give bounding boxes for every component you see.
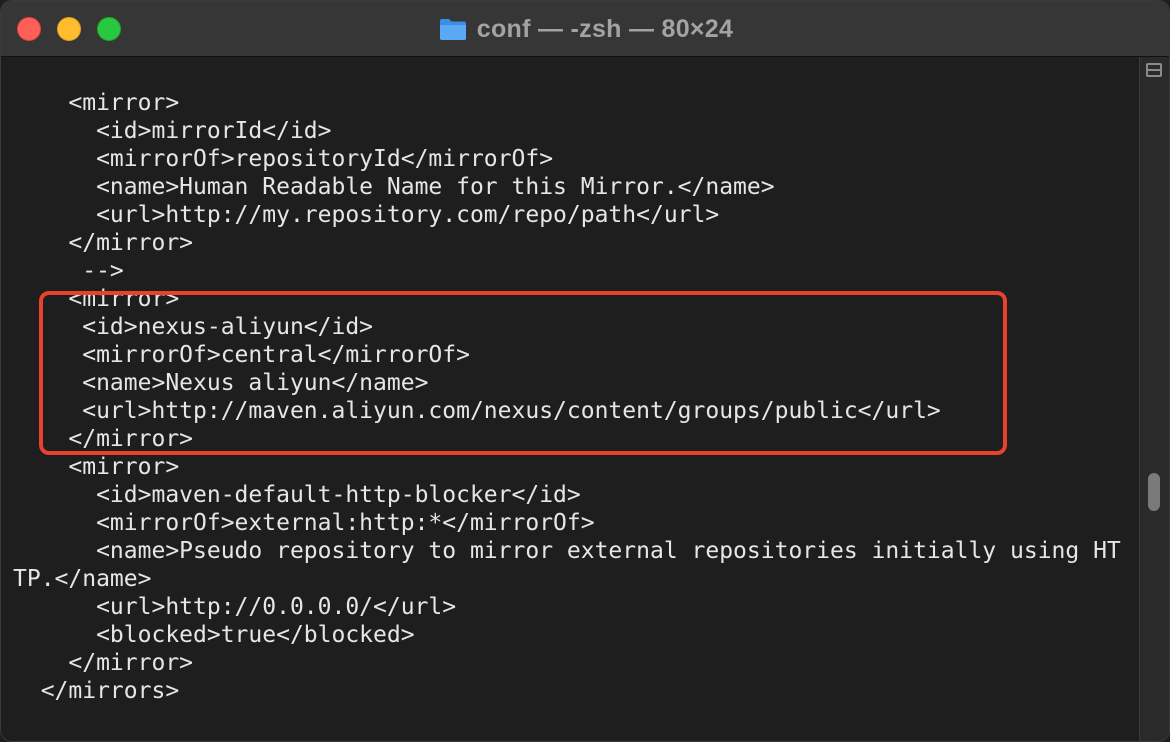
terminal-line: <id>maven-default-http-blocker</id> (13, 482, 581, 508)
scrollbar-thumb[interactable] (1148, 473, 1160, 511)
terminal-window: conf — -zsh — 80×24 <mirror> <id>mirrorI… (0, 0, 1170, 742)
terminal-line: </mirror> (13, 230, 194, 256)
terminal-line: <mirror> (13, 90, 180, 116)
terminal-line: <mirrorOf>central</mirrorOf> (13, 342, 470, 368)
terminal-line: <mirror> (13, 454, 180, 480)
terminal-line: <url>http://maven.aliyun.com/nexus/conte… (13, 398, 941, 424)
window-title: conf — -zsh — 80×24 (476, 14, 734, 43)
split-pane-icon[interactable] (1146, 63, 1162, 77)
terminal-content[interactable]: <mirror> <id>mirrorId</id> <mirrorOf>rep… (1, 57, 1141, 741)
terminal-line: <mirror> (13, 286, 180, 312)
terminal-line: TP.</name> (13, 566, 152, 592)
terminal-line: <mirrorOf>external:http:*</mirrorOf> (13, 510, 595, 536)
vertical-scrollbar[interactable] (1139, 57, 1169, 741)
terminal-line: </mirrors> (13, 678, 180, 704)
terminal-line: <name>Human Readable Name for this Mirro… (13, 174, 775, 200)
terminal-output: <mirror> <id>mirrorId</id> <mirrorOf>rep… (13, 89, 1121, 705)
terminal-line: --> (13, 258, 124, 284)
terminal-line: </mirror> (13, 426, 194, 452)
terminal-line: <mirrorOf>repositoryId</mirrorOf> (13, 146, 554, 172)
terminal-line: <name>Pseudo repository to mirror extern… (13, 538, 1121, 564)
title-bar[interactable]: conf — -zsh — 80×24 (1, 1, 1169, 57)
terminal-line: <id>nexus-aliyun</id> (13, 314, 374, 340)
folder-icon (439, 17, 467, 41)
terminal-line: <url>http://0.0.0.0/</url> (13, 594, 457, 620)
terminal-line: <url>http://my.repository.com/repo/path<… (13, 202, 720, 228)
terminal-line: <name>Nexus aliyun</name> (13, 370, 429, 396)
terminal-line: <id>mirrorId</id> (13, 118, 332, 144)
window-title-container: conf — -zsh — 80×24 (1, 1, 1169, 57)
terminal-line: <blocked>true</blocked> (13, 622, 415, 648)
terminal-line: </mirror> (13, 650, 194, 676)
